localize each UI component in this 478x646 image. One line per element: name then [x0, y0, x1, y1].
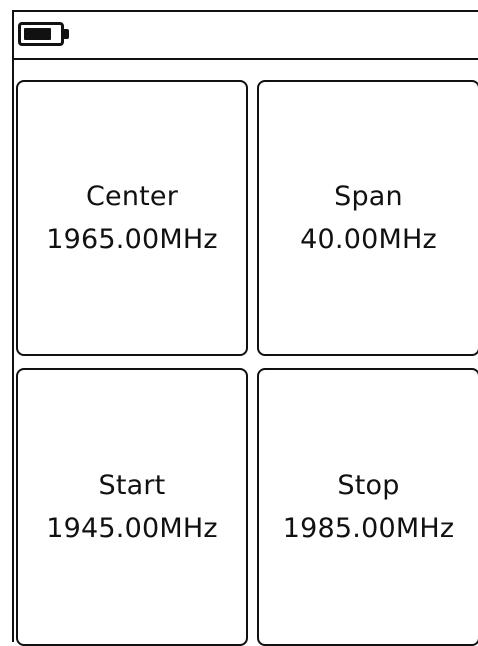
stop-frequency-value: 1985.00MHz	[282, 513, 455, 544]
battery-terminal	[64, 29, 69, 39]
battery-icon	[18, 22, 74, 46]
device-screen: Center 1965.00MHz Span 40.00MHz Start 19…	[12, 10, 478, 646]
center-frequency-button[interactable]: Center 1965.00MHz	[16, 80, 248, 356]
start-frequency-value: 1945.00MHz	[46, 513, 218, 544]
span-value: 40.00MHz	[300, 224, 437, 255]
span-label: Span	[334, 181, 403, 212]
battery-level-fill	[24, 28, 51, 40]
start-frequency-label: Start	[98, 470, 166, 501]
stop-frequency-label: Stop	[337, 470, 400, 501]
span-button[interactable]: Span 40.00MHz	[257, 80, 478, 356]
stop-frequency-button[interactable]: Stop 1985.00MHz	[257, 368, 478, 646]
center-frequency-value: 1965.00MHz	[46, 224, 218, 255]
battery-body	[18, 22, 64, 46]
status-bar	[14, 12, 478, 60]
start-frequency-button[interactable]: Start 1945.00MHz	[16, 368, 248, 646]
center-frequency-label: Center	[85, 181, 179, 212]
